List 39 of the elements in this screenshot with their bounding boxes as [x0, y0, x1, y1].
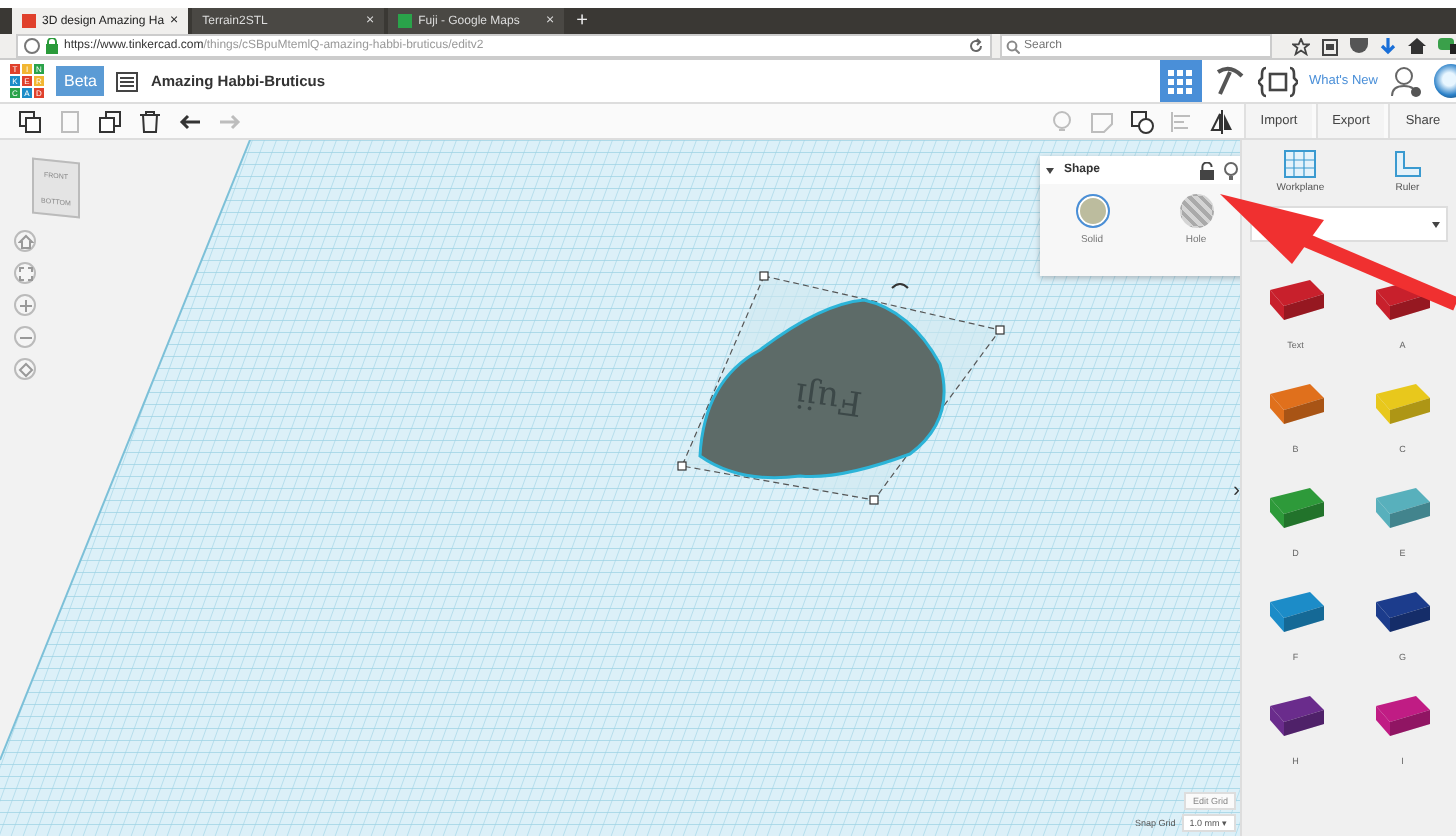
perspective-view-button[interactable] — [14, 358, 36, 380]
light-icon — [1050, 109, 1074, 133]
lock-icon — [46, 38, 58, 54]
bulb-icon[interactable] — [1224, 161, 1238, 179]
beta-badge: Beta — [56, 66, 105, 96]
download-icon[interactable] — [1380, 37, 1396, 55]
grid-icon — [1168, 69, 1193, 93]
user-icon[interactable] — [1390, 65, 1422, 97]
reload-icon[interactable] — [968, 38, 984, 54]
home-icon — [17, 233, 33, 249]
pickaxe-icon[interactable] — [1213, 66, 1246, 96]
info-icon — [24, 38, 40, 54]
align-icon — [1170, 109, 1194, 133]
home-icon[interactable] — [1408, 38, 1426, 54]
favicon-icon — [398, 14, 413, 28]
zoom-in-icon — [17, 297, 33, 313]
fit-view-button[interactable] — [14, 262, 36, 284]
delete-icon — [138, 109, 162, 133]
new-tab-button[interactable]: + — [568, 8, 596, 34]
group-icon — [1130, 109, 1154, 133]
code-blocks-icon[interactable] — [1257, 65, 1298, 97]
dropdown-caret-icon — [1432, 221, 1440, 227]
undo-icon — [178, 109, 202, 133]
ruler-icon — [1393, 150, 1422, 178]
home-view-button[interactable] — [14, 230, 36, 252]
sidebar-collapse-button[interactable]: › — [1233, 480, 1240, 502]
collapse-caret-icon[interactable] — [1046, 167, 1054, 173]
lock-icon[interactable] — [1200, 161, 1214, 179]
favicon-icon — [22, 14, 36, 28]
list-icon[interactable] — [116, 71, 139, 91]
workplane-icon — [1284, 150, 1317, 178]
copy-icon — [18, 109, 42, 133]
search-icon — [1006, 39, 1020, 53]
duplicate-icon — [98, 109, 122, 133]
mirror-icon — [1210, 109, 1234, 133]
star-icon[interactable] — [1292, 37, 1310, 55]
paste-icon — [58, 109, 82, 133]
fit-icon — [17, 265, 33, 281]
redo-icon — [218, 109, 242, 133]
